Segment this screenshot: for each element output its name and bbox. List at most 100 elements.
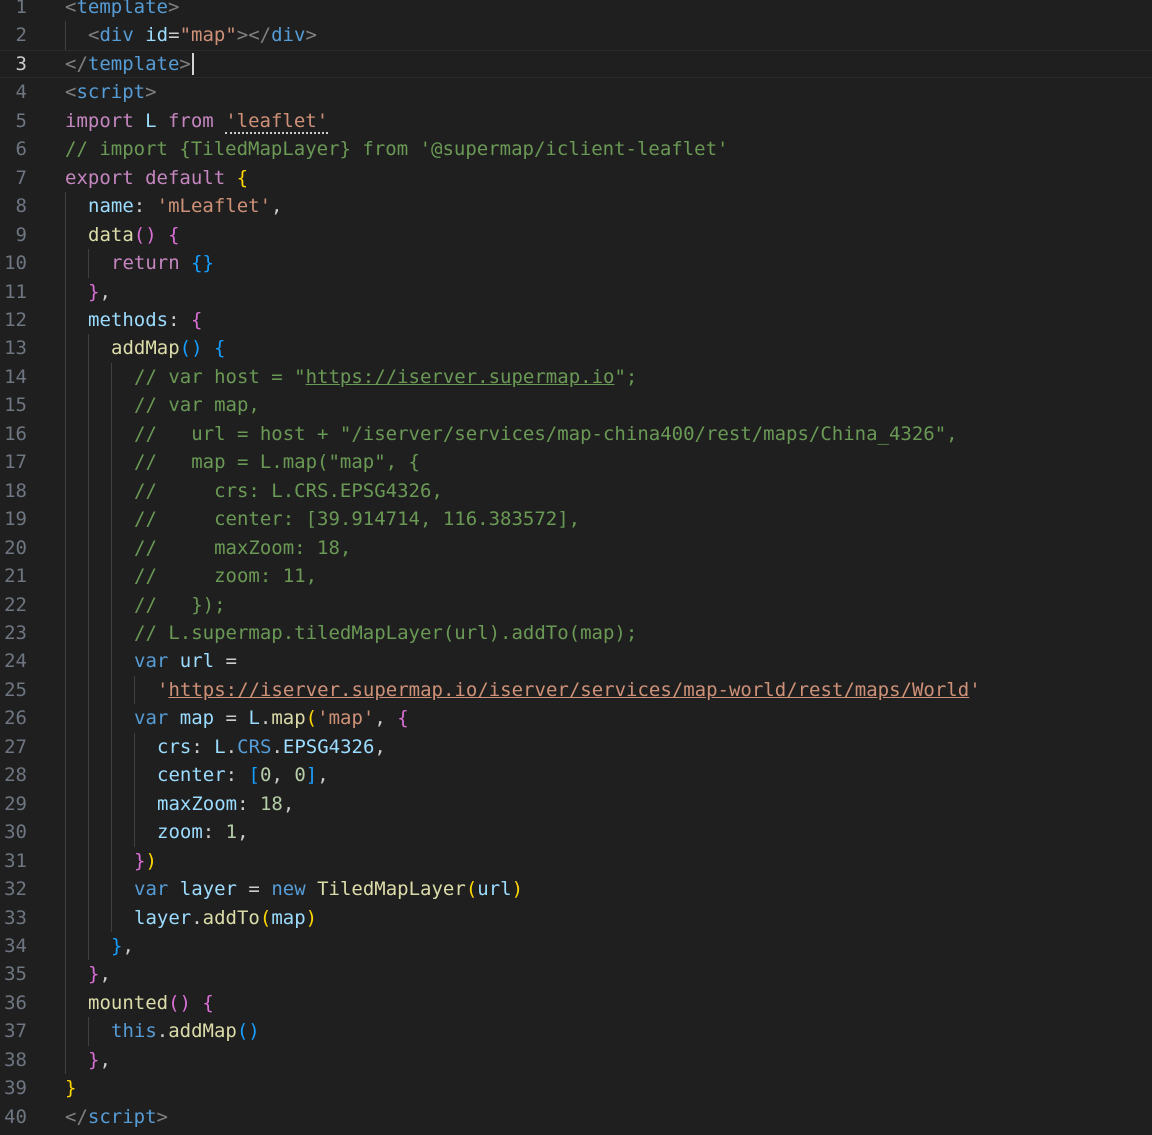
code-text[interactable]: var layer = new TiledMapLayer(url) [134,875,1152,903]
code-token: // maxZoom: 18, [134,536,352,559]
code-text[interactable]: // L.supermap.tiledMapLayer(url).addTo(m… [134,619,1152,647]
code-text[interactable]: // var host = "https://iserver.supermap.… [134,363,1152,391]
indent-guide [88,846,89,876]
code-line[interactable]: 37 this.addMap() [0,1017,1152,1046]
code-line[interactable]: 24 var url = [0,647,1152,676]
code-token: = [214,707,249,730]
code-text[interactable]: }, [88,1046,1152,1074]
code-line[interactable]: 15 // var map, [0,391,1152,420]
code-line[interactable]: 9 data() { [0,220,1152,250]
code-text[interactable]: }, [111,932,1152,960]
code-text[interactable]: layer.addTo(map) [134,904,1152,932]
line-number: 11 [4,280,27,303]
code-text[interactable]: import L from 'leaflet' [65,107,1152,135]
code-text[interactable]: // import {TiledMapLayer} from '@superma… [65,135,1152,163]
code-text[interactable]: // zoom: 11, [134,562,1152,590]
code-line[interactable]: 31}) [0,846,1152,876]
code-text[interactable]: maxZoom: 18, [157,790,1152,818]
code-text[interactable]: crs: L.CRS.EPSG4326, [157,733,1152,761]
code-text[interactable]: // url = host + "/iserver/services/map-c… [134,420,1152,448]
code-text[interactable]: }, [88,278,1152,306]
code-line[interactable]: 3 </template> [0,50,1152,78]
code-token: , [271,764,295,787]
code-line[interactable]: 33 layer.addTo(map) [0,903,1152,932]
code-line[interactable]: 16 // url = host + "/iserver/services/map… [0,419,1152,449]
code-token: layer [134,906,192,929]
code-editor[interactable]: 1 <template> 2 <div id="map"></div> 3 </templ… [0,0,1152,1135]
code-line[interactable]: 12 methods: { [0,305,1152,335]
code-text[interactable]: // maxZoom: 18, [134,534,1152,562]
code-line[interactable]: 22 // }); [0,590,1152,619]
code-line[interactable]: 7 export default { [0,164,1152,192]
code-text[interactable]: var map = L.map('map', { [134,704,1152,732]
code-text[interactable]: </template> [65,50,1152,78]
code-line[interactable]: 8 name: 'mLeaflet', [0,192,1152,221]
code-line[interactable]: 35}, [0,960,1152,989]
code-line[interactable]: 2 <div id="map"></div> [0,21,1152,50]
code-text[interactable]: zoom: 1, [157,818,1152,846]
code-line[interactable]: 19 // center: [39.914714, 116.383572], [0,505,1152,534]
code-line[interactable]: 6 // import {TiledMapLayer} from '@superm… [0,135,1152,163]
code-text[interactable]: name: 'mLeaflet', [88,192,1152,220]
code-line[interactable]: 26 var map = L.map('map', { [0,704,1152,733]
code-line[interactable]: 38}, [0,1045,1152,1075]
code-line[interactable]: 11}, [0,277,1152,306]
line-number: 18 [4,479,27,502]
code-line[interactable]: 17 // map = L.map("map", { [0,448,1152,477]
code-token: // var host = " [134,365,306,388]
code-line[interactable]: 4 <script> [0,78,1152,106]
code-line[interactable]: 20 // maxZoom: 18, [0,533,1152,563]
code-text[interactable]: methods: { [88,306,1152,334]
code-line[interactable]: 5 import L from 'leaflet' [0,107,1152,135]
code-line[interactable]: 1 <template> [0,0,1152,21]
code-text[interactable]: }) [134,847,1152,875]
code-text[interactable]: 'https://iserver.supermap.io/iserver/ser… [157,676,1152,704]
code-text[interactable]: export default { [65,164,1152,192]
code-line[interactable]: 21 // zoom: 11, [0,562,1152,591]
code-token: ></ [236,24,272,47]
code-line[interactable]: 13 addMap() { [0,334,1152,363]
code-text[interactable]: this.addMap() [111,1017,1152,1045]
code-text[interactable]: }, [88,960,1152,988]
line-number: 24 [4,650,27,673]
code-token: map [179,707,215,730]
code-token: template [87,52,180,75]
code-text[interactable]: // center: [39.914714, 116.383572], [134,505,1152,533]
code-line[interactable]: 39} [0,1074,1152,1102]
code-line[interactable]: 23 // L.supermap.tiledMapLayer(url).addTo… [0,618,1152,648]
code-line[interactable]: 10 return {} [0,249,1152,278]
code-line[interactable]: 25 'https://iserver.supermap.io/iserver/s… [0,675,1152,705]
code-text[interactable]: // map = L.map("map", { [134,448,1152,476]
code-line[interactable]: 27 crs: L.CRS.EPSG4326, [0,732,1152,762]
code-text[interactable]: <template> [65,0,1152,21]
code-line[interactable]: 28 center: [0, 0], [0,761,1152,790]
code-text[interactable]: var url = [134,647,1152,675]
code-text[interactable]: mounted() { [88,989,1152,1017]
code-text[interactable]: center: [0, 0], [157,761,1152,789]
code-line[interactable]: 34}, [0,931,1152,961]
code-text[interactable]: // var map, [134,391,1152,419]
code-text[interactable]: } [65,1074,1152,1102]
code-text[interactable]: // crs: L.CRS.EPSG4326, [134,477,1152,505]
code-line[interactable]: 36 mounted() { [0,988,1152,1018]
code-line[interactable]: 32 var layer = new TiledMapLayer(url) [0,875,1152,904]
code-token: template [76,0,168,18]
code-text[interactable]: addMap() { [111,334,1152,362]
code-line[interactable]: 18 // crs: L.CRS.EPSG4326, [0,476,1152,506]
code-line[interactable]: 29 maxZoom: 18, [0,789,1152,819]
indent-guide [65,704,66,733]
code-text[interactable]: // }); [134,591,1152,619]
code-text[interactable]: return {} [111,249,1152,277]
code-line[interactable]: 40 </script> [0,1103,1152,1131]
code-line[interactable]: 14 // var host = "https://iserver.superma… [0,362,1152,392]
code-token: > [167,0,180,18]
code-line[interactable]: 30 zoom: 1, [0,818,1152,847]
code-token: https://iserver.supermap.io [305,365,615,388]
code-text[interactable]: </script> [65,1103,1152,1131]
code-text[interactable]: <div id="map"></div> [88,21,1152,49]
code-text[interactable]: <script> [65,78,1152,106]
code-lines[interactable]: 1 <template> 2 <div id="map"></div> 3 </templ… [0,0,1152,1131]
line-number: 16 [4,422,27,445]
code-text[interactable]: data() { [88,221,1152,249]
